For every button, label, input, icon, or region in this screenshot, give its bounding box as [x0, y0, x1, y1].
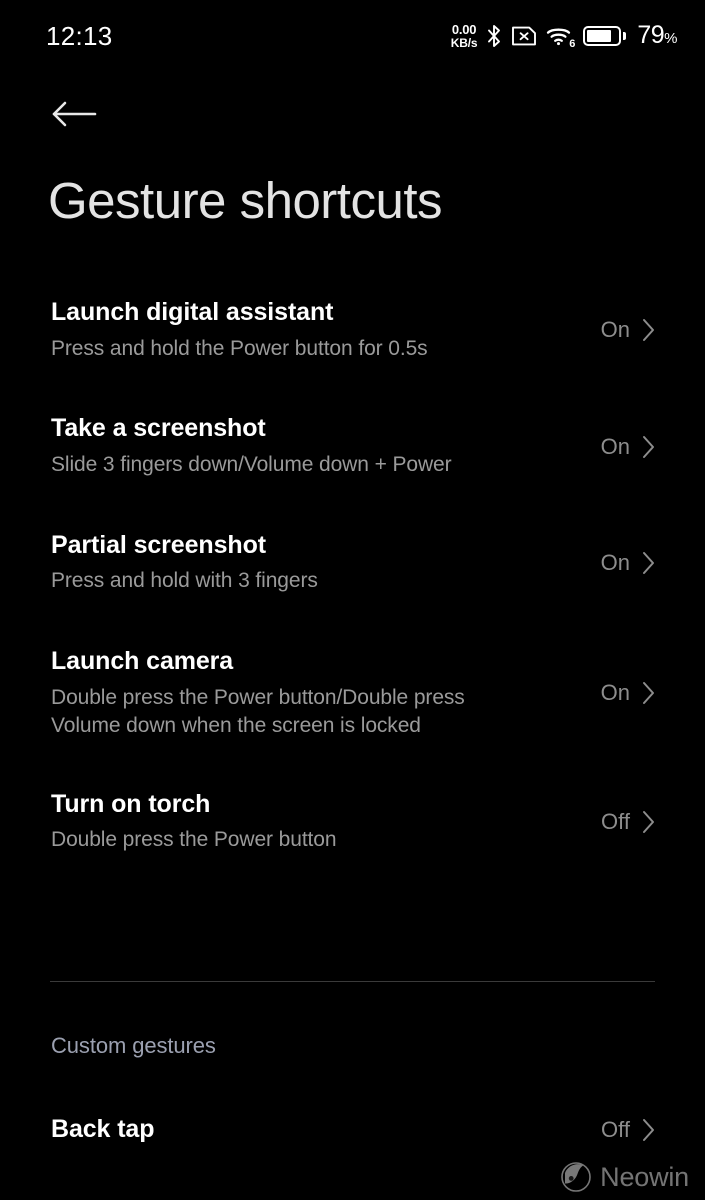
network-speed-unit: KB/s [450, 35, 478, 50]
bluetooth-icon [486, 24, 502, 48]
status-badge: On [600, 550, 630, 576]
status-badge: Off [601, 1117, 630, 1142]
list-item-subtitle: Slide 3 fingers down/Volume down + Power [51, 452, 452, 476]
list-item-subtitle: Press and hold the Power button for 0.5s [51, 336, 428, 360]
neowin-logo-icon [561, 1162, 591, 1192]
chevron-right-icon [642, 318, 655, 342]
battery-percent-value: 79 [637, 21, 665, 50]
row-right[interactable]: On [587, 551, 655, 575]
back-arrow-icon [51, 99, 97, 129]
list-item-partial-screenshot[interactable]: Partial screenshot Press and hold with 3… [0, 531, 705, 595]
list-item-take-a-screenshot[interactable]: Take a screenshot Slide 3 fingers down/V… [0, 414, 705, 478]
battery-percent: 79% [637, 23, 677, 48]
list-item-title: Launch digital assistant [51, 298, 334, 326]
list-item-title: Launch camera [51, 647, 234, 676]
battery-percent-sign: % [664, 30, 677, 48]
row-right[interactable]: Off [587, 810, 655, 834]
status-badge: Off [601, 808, 630, 834]
wifi-generation-label: 6 [569, 37, 576, 50]
network-speed-value: 0.00 [451, 22, 477, 38]
battery-fill [587, 29, 612, 42]
list-item-subtitle: Double press the Power button/Double pre… [51, 685, 465, 737]
list-item-subtitle: Press and hold with 3 fingers [51, 569, 318, 593]
list-item-title: Turn on torch [51, 789, 211, 818]
list-item-launch-digital-assistant[interactable]: Launch digital assistant Press and hold … [0, 298, 705, 362]
wifi-icon: 6 [546, 24, 576, 50]
list-item-back-tap[interactable]: Back tap Off [0, 1103, 705, 1157]
list-item-subtitle: Double press the Power button [51, 828, 337, 852]
row-right[interactable]: Off [587, 1118, 655, 1142]
sim-card-off-icon [511, 25, 537, 47]
status-bar: 12:13 0.00 KB/s 6 79% [0, 0, 705, 72]
row-texts: Launch camera Double press the Power but… [51, 647, 465, 739]
status-badge: On [600, 317, 630, 343]
network-speed-indicator: 0.00 KB/s [450, 22, 478, 50]
back-button[interactable] [40, 88, 108, 140]
custom-gestures-list: Back tap Off [0, 1103, 705, 1157]
watermark: Neowin [561, 1162, 689, 1192]
battery-body [583, 25, 622, 46]
row-texts: Partial screenshot Press and hold with 3… [51, 531, 318, 595]
list-item-title: Take a screenshot [51, 414, 266, 443]
chevron-right-icon [642, 681, 655, 705]
chevron-right-icon [642, 1118, 655, 1142]
section-divider [50, 981, 655, 982]
chevron-right-icon [642, 435, 655, 459]
row-texts: Back tap [51, 1115, 155, 1145]
list-item-title: Back tap [51, 1115, 155, 1144]
watermark-label: Neowin [600, 1161, 689, 1192]
row-texts: Launch digital assistant Press and hold … [51, 298, 428, 362]
status-badge: On [600, 433, 630, 459]
list-item-launch-camera[interactable]: Launch camera Double press the Power but… [0, 647, 705, 739]
battery-icon [583, 25, 627, 46]
chevron-right-icon [642, 810, 655, 834]
battery-cap [623, 31, 627, 40]
gesture-shortcuts-list: Launch digital assistant Press and hold … [0, 298, 705, 854]
list-item-turn-on-torch[interactable]: Turn on torch Double press the Power but… [0, 790, 705, 854]
page-title: Gesture shortcuts [48, 172, 443, 229]
row-right[interactable]: On [587, 681, 655, 705]
chevron-right-icon [642, 551, 655, 575]
status-icons-group: 0.00 KB/s 6 79% [450, 22, 678, 50]
section-header-custom-gestures: Custom gestures [51, 1033, 216, 1058]
status-clock: 12:13 [46, 21, 113, 51]
row-right[interactable]: On [587, 435, 655, 459]
status-badge: On [600, 680, 630, 706]
row-texts: Turn on torch Double press the Power but… [51, 789, 337, 854]
row-right[interactable]: On [587, 318, 655, 342]
list-item-title: Partial screenshot [51, 530, 266, 559]
row-texts: Take a screenshot Slide 3 fingers down/V… [51, 414, 452, 478]
